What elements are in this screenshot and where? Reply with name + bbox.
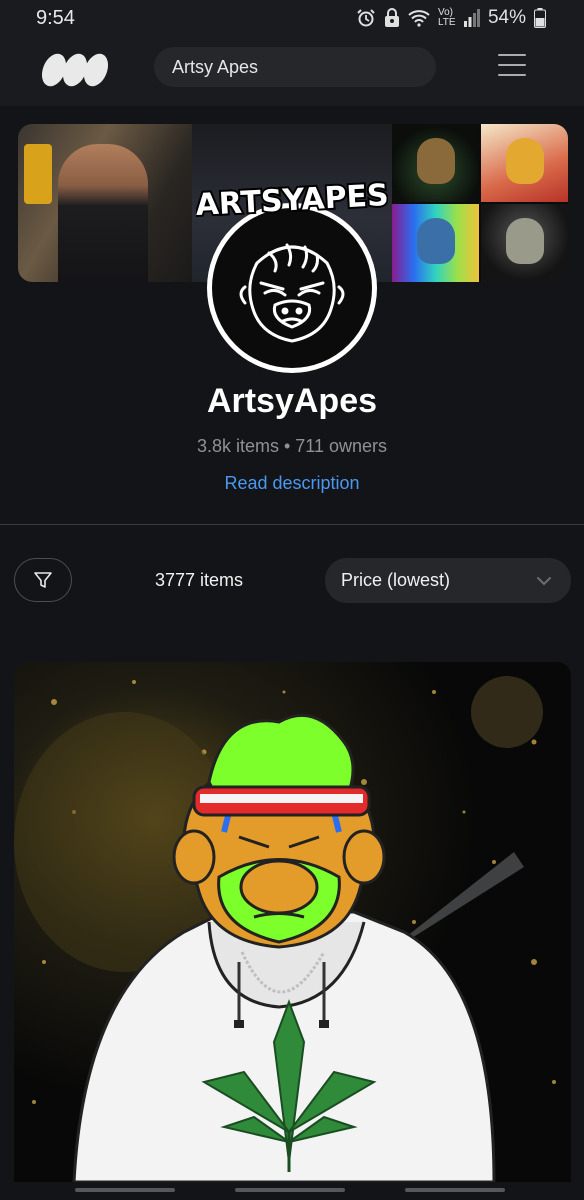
banner-artwork-tile [392, 124, 479, 202]
ape-face-icon [239, 243, 345, 343]
collection-name: ArtsyApes [206, 382, 378, 420]
signal-icon [463, 9, 480, 27]
vpn-icon [384, 8, 399, 27]
sort-selected-value: Price (lowest) [341, 570, 451, 590]
status-icons: Vo) LTE 54% [356, 7, 546, 29]
sort-select[interactable]: Price (lowest) [325, 558, 571, 603]
collection-avatar[interactable] [207, 203, 377, 373]
status-time: 9:54 [36, 6, 75, 29]
filter-icon [34, 572, 52, 588]
section-divider [0, 524, 584, 525]
svg-text:ARTSYAPES: ARTSYAPES [196, 178, 388, 223]
battery-percent: 54% [487, 7, 526, 28]
banner-artwork-tile [481, 124, 568, 202]
banner-artwork-grid [392, 124, 568, 282]
battery-icon [534, 8, 546, 28]
banner-artwork-tile [392, 204, 479, 282]
gesture-navigation-bar [0, 1182, 584, 1200]
nft-card[interactable] [14, 662, 571, 1182]
items-count: 3777 items [154, 570, 244, 590]
banner-artist-photo [18, 124, 192, 282]
nft-artwork-image [14, 676, 556, 1182]
read-description-link[interactable]: Read description [0, 473, 584, 494]
wifi-icon [408, 10, 430, 27]
search-input[interactable]: Artsy Apes [154, 47, 436, 87]
top-navigation: Artsy Apes [0, 36, 584, 106]
opensea-logo-icon[interactable] [40, 52, 110, 88]
collection-stats: 3.8k items • 711 owners [196, 436, 388, 456]
filter-button[interactable] [14, 558, 72, 602]
artsyapes-wordmark-logo: ARTSYAPES [196, 176, 388, 224]
alarm-icon [357, 9, 375, 27]
network-label: Vo) LTE [437, 7, 456, 28]
chevron-down-icon [537, 577, 551, 586]
banner-artwork-tile [481, 204, 568, 282]
status-bar: 9:54 Vo) LTE 54% [0, 0, 584, 36]
hamburger-menu-icon[interactable] [498, 52, 526, 78]
